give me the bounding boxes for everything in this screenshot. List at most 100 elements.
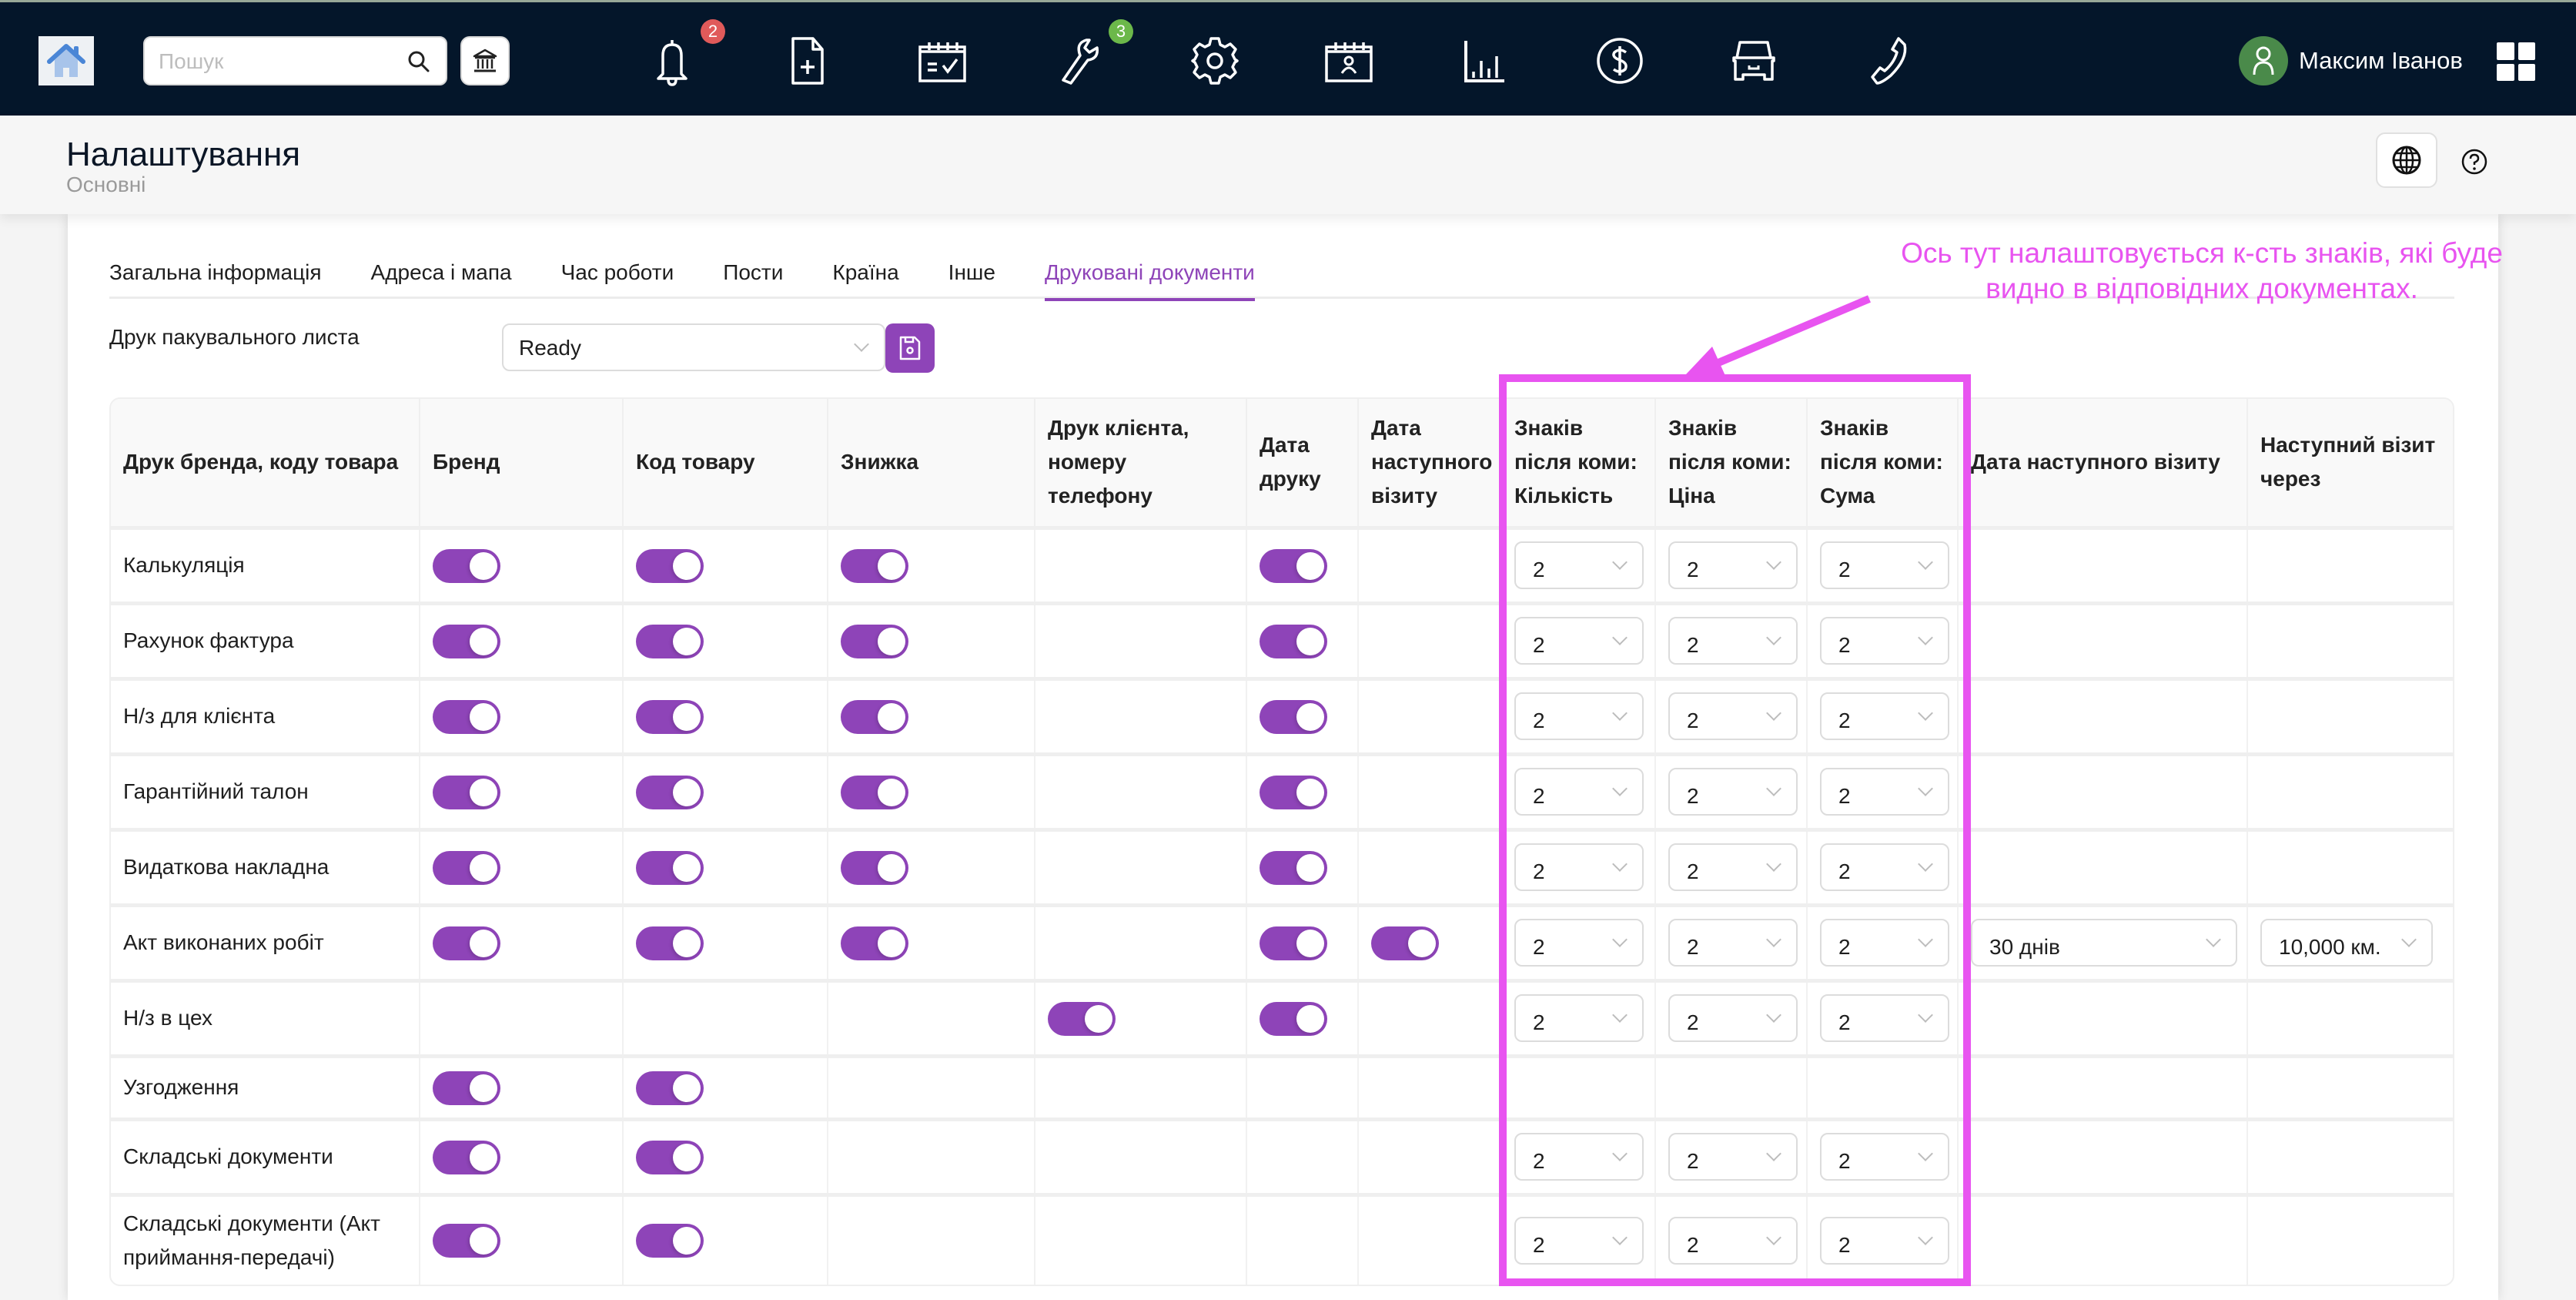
discount-toggle[interactable] [841,624,908,658]
next-visit-toggle[interactable] [1371,926,1439,960]
repairs-button[interactable] [1052,32,1110,90]
home-button[interactable] [38,36,94,85]
discount-toggle[interactable] [841,926,908,960]
print-date-toggle[interactable] [1260,850,1327,885]
decimals-quantity-select[interactable]: 2 [1514,692,1644,740]
decimals-quantity-select[interactable]: 2 [1514,1133,1644,1181]
decimals-sum-select[interactable]: 2 [1820,994,1949,1042]
notifications-button[interactable] [643,32,701,90]
product-code-toggle[interactable] [636,926,704,960]
print-date-toggle[interactable] [1260,775,1327,809]
decimals-quantity-select[interactable]: 2 [1514,994,1644,1042]
next-visit-after-select[interactable]: 10,000 км. [2260,919,2433,967]
search-input[interactable] [159,47,390,76]
discount-toggle[interactable] [841,699,908,734]
print-date-toggle[interactable] [1260,624,1327,658]
top-navbar: 2 3 [0,0,2576,116]
decimals-quantity-select[interactable]: 2 [1514,617,1644,665]
brand-toggle[interactable] [433,624,500,658]
decimals-sum-select[interactable]: 2 [1820,692,1949,740]
finance-button[interactable] [1591,32,1649,90]
decimals-price-select[interactable]: 2 [1668,994,1798,1042]
print-date-cell [1246,603,1359,681]
decimals-price-select[interactable]: 2 [1668,1133,1798,1181]
product-code-toggle[interactable] [636,1140,704,1174]
decimals-price-select[interactable]: 2 [1668,768,1798,816]
decimals-price-select[interactable]: 2 [1668,617,1798,665]
product-code-toggle[interactable] [636,1224,704,1258]
brand-toggle[interactable] [433,1070,500,1105]
product-code-toggle[interactable] [636,850,704,885]
next-visit-cell [1358,980,1502,1058]
decimals-quantity-select[interactable]: 2 [1514,843,1644,891]
brand-toggle[interactable] [433,850,500,885]
appointments-button[interactable] [1320,32,1378,90]
search-icon[interactable] [407,50,430,73]
brand-toggle[interactable] [433,548,500,583]
discount-toggle[interactable] [841,775,908,809]
language-button[interactable] [2376,132,2437,188]
tab-6[interactable]: Друковані документи [1044,246,1255,301]
decimals-price-select[interactable]: 2 [1668,919,1798,967]
discount-toggle[interactable] [841,850,908,885]
decimals-price-select[interactable]: 2 [1668,541,1798,589]
new-document-button[interactable] [778,32,836,90]
brand-toggle[interactable] [433,775,500,809]
calls-button[interactable] [1862,32,1920,90]
tab-0[interactable]: Загальна інформація [109,246,322,299]
discount-toggle[interactable] [841,548,908,583]
tab-2[interactable]: Час роботи [561,246,674,299]
reports-button[interactable] [1455,32,1514,90]
column-header: Дата друку [1246,399,1359,530]
print-date-toggle[interactable] [1260,699,1327,734]
next-visit-cell [1358,603,1502,681]
decimals-sum-select[interactable]: 2 [1820,541,1949,589]
brand-toggle[interactable] [433,1140,500,1174]
decimals-quantity-select[interactable]: 2 [1514,1216,1644,1265]
decimals-price-select[interactable]: 2 [1668,1216,1798,1265]
tab-1[interactable]: Адреса і мапа [371,246,512,299]
decimals-sum-select[interactable]: 2 [1820,1216,1949,1265]
decimals-sum-select[interactable]: 2 [1820,768,1949,816]
tab-3[interactable]: Пости [723,246,783,299]
settings-button[interactable] [1186,32,1244,90]
print-date-toggle[interactable] [1260,1001,1327,1036]
tab-4[interactable]: Країна [832,246,898,299]
product-code-toggle[interactable] [636,1070,704,1105]
apps-grid-button[interactable] [2497,42,2535,81]
decimals-sum-select[interactable]: 2 [1820,919,1949,967]
chevron-down-icon [1612,630,1628,645]
product-code-cell [623,829,828,907]
next-visit-date-select[interactable]: 30 днів [1971,919,2237,967]
product-code-toggle[interactable] [636,548,704,583]
chevron-down-icon [1918,1229,1933,1245]
brand-toggle[interactable] [433,699,500,734]
save-button[interactable] [885,323,935,373]
decimals-quantity-select[interactable]: 2 [1514,919,1644,967]
product-code-toggle[interactable] [636,775,704,809]
decimals-quantity-select[interactable]: 2 [1514,541,1644,589]
print-date-toggle[interactable] [1260,926,1327,960]
brand-toggle[interactable] [433,1224,500,1258]
decimals-quantity-select[interactable]: 2 [1514,768,1644,816]
branch-button[interactable] [460,36,510,85]
decimals-sum-select[interactable]: 2 [1820,843,1949,891]
decimals-sum-select[interactable]: 2 [1820,1133,1949,1181]
decimals-price-select[interactable]: 2 [1668,692,1798,740]
decimals-price-select[interactable]: 2 [1668,843,1798,891]
vehicles-button[interactable] [1725,32,1783,90]
chevron-down-icon [1612,932,1628,947]
print-date-toggle[interactable] [1260,548,1327,583]
help-button[interactable] [2459,146,2490,177]
tab-5[interactable]: Інше [948,246,995,299]
user-menu[interactable]: Максим Іванов [2239,36,2463,85]
client-phone-toggle[interactable] [1048,1001,1116,1036]
product-code-toggle[interactable] [636,699,704,734]
schedule-button[interactable] [913,32,972,90]
decimals-price-cell [1655,1056,1808,1121]
brand-toggle[interactable] [433,926,500,960]
car-icon [1732,41,1775,81]
product-code-toggle[interactable] [636,624,704,658]
packing-list-select[interactable]: Ready [502,323,885,371]
decimals-sum-select[interactable]: 2 [1820,617,1949,665]
